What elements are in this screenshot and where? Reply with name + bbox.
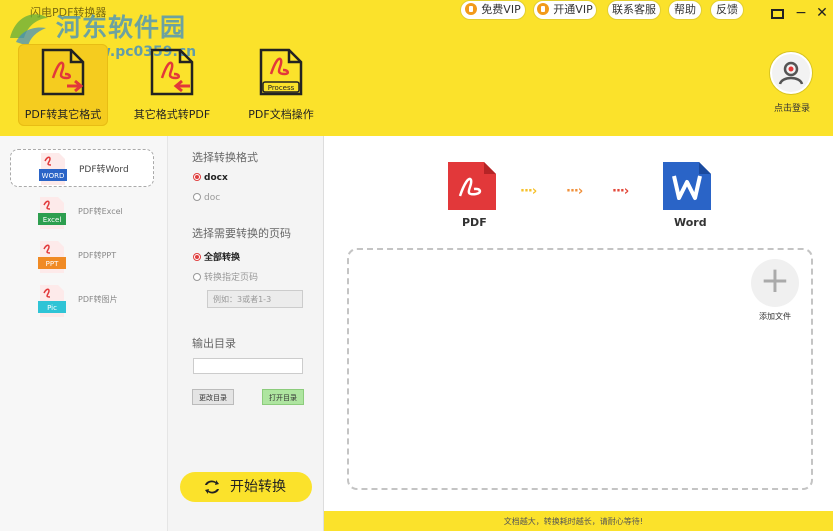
close-button[interactable]: ✕ [813,4,831,22]
svg-text:WORD: WORD [42,172,65,180]
feedback-button[interactable]: 反馈 [710,0,744,20]
radio-all-pages[interactable]: 全部转换 [193,250,240,263]
convert-icon [205,480,219,494]
user-icon [778,61,804,85]
top-bar: 闪电PDF转换器 河东软件园 www.pc0359.cn 免费VIP 开通VIP… [0,0,833,136]
coin-icon [537,3,550,15]
maximize-button[interactable] [771,9,784,19]
add-file-button[interactable]: + [751,259,799,307]
target-format-label: Word [674,216,707,229]
tab-label: 其它格式转PDF [133,108,211,121]
source-format-label: PDF [462,216,487,229]
avatar-button[interactable] [770,52,812,94]
coin-icon [465,3,478,15]
output-dir-field[interactable] [193,358,303,374]
sidebar-item-pdf-to-word[interactable]: WORD PDF转Word [10,149,154,187]
status-bar: 文档越大，转换耗时越长，请耐心等待! [324,511,833,531]
open-dir-button[interactable]: 打开目录 [262,389,304,405]
plus-icon: + [759,260,791,301]
format-title: 选择转换格式 [192,151,258,164]
watermark-text: 河东软件园 [56,13,187,42]
word-doc-icon [663,162,711,210]
file-drop-zone[interactable] [347,248,813,490]
svg-text:Excel: Excel [43,216,62,224]
sidebar-item-label: PDF转PPT [78,251,117,260]
arrow-icon: ···› [520,184,537,199]
change-dir-button[interactable]: 更改目录 [192,389,234,405]
page-range-input[interactable]: 例如：3或者1-3 [207,290,303,308]
sidebar-item-label: PDF转Excel [78,207,123,216]
sidebar-item-label: PDF转图片 [78,295,118,304]
tab-pdf-to-other[interactable]: PDF转其它格式 [18,44,108,126]
pages-title: 选择需要转换的页码 [192,227,291,240]
sidebar-item-pdf-to-excel[interactable]: Excel PDF转Excel [10,194,154,232]
open-vip-button[interactable]: 开通VIP [533,0,597,20]
excel-file-icon: Excel [38,197,66,229]
output-dir-title: 输出目录 [192,337,236,350]
arrow-icon: ···› [566,184,583,199]
watermark-logo-icon [10,14,48,46]
contact-service-button[interactable]: 联系客服 [607,0,661,20]
login-label[interactable]: 点击登录 [752,101,832,114]
sidebar-item-pdf-to-ppt[interactable]: PPT PDF转PPT [10,238,154,276]
tab-other-to-pdf[interactable]: 其它格式转PDF [126,44,218,126]
tab-label: PDF文档操作 [248,108,314,121]
help-button[interactable]: 帮助 [668,0,702,20]
radio-doc[interactable]: doc [193,193,220,203]
svg-text:Pic: Pic [47,304,57,312]
sidebar-item-pdf-to-image[interactable]: Pic PDF转图片 [10,282,154,320]
word-file-icon: WORD [39,153,67,185]
pdf-export-icon [41,48,85,96]
svg-text:PPT: PPT [46,260,59,268]
add-file-label: 添加文件 [759,312,791,321]
pdf-file-icon [448,162,496,210]
process-badge: Process [268,84,295,92]
pdf-import-icon [150,48,194,96]
pdf-process-icon: Process [259,48,303,96]
status-text: 文档越大，转换耗时越长，请耐心等待! [503,517,643,526]
arrow-icon: ···› [612,184,629,199]
format-sidebar: WORD PDF转Word Excel PDF转Excel PPT PDF转PP… [0,136,168,531]
free-vip-button[interactable]: 免费VIP [460,0,526,20]
image-file-icon: Pic [38,285,66,317]
start-convert-button[interactable]: 开始转换 [180,472,312,502]
tab-label: PDF转其它格式 [24,108,102,121]
ppt-file-icon: PPT [38,241,66,273]
minimize-button[interactable]: − [792,4,810,22]
tab-pdf-operations[interactable]: Process PDF文档操作 [240,44,322,126]
radio-docx[interactable]: docx [193,173,228,183]
sidebar-item-label: PDF转Word [79,165,129,175]
radio-page-range[interactable]: 转换指定页码 [193,270,258,283]
